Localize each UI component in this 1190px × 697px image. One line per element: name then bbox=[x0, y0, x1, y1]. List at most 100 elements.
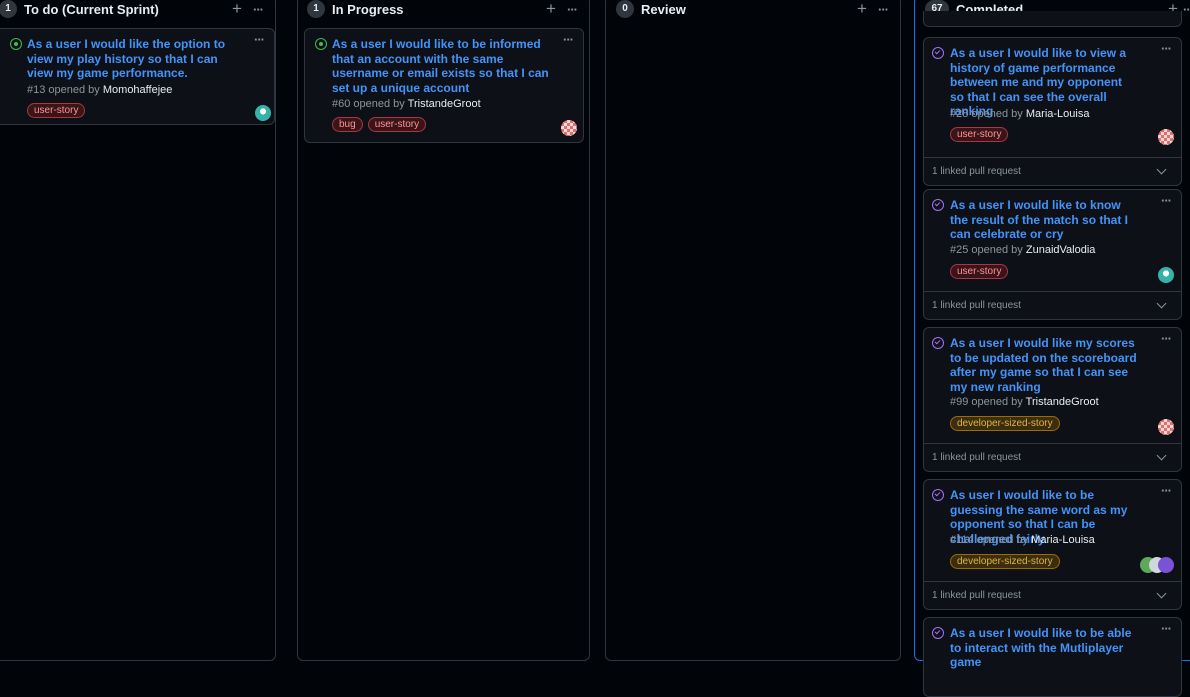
linked-pr-footer[interactable]: 1 linked pull request bbox=[924, 157, 1181, 185]
label-list: developer-sized-story bbox=[950, 554, 1060, 569]
label-user-story[interactable]: user-story bbox=[27, 103, 86, 118]
linked-pr-text: 1 linked pull request bbox=[932, 590, 1021, 601]
linked-pr-footer[interactable]: 1 linked pull request bbox=[924, 443, 1181, 471]
issue-author[interactable]: Maria-Louisa bbox=[1031, 534, 1095, 546]
card-menu-icon[interactable]: ··· bbox=[254, 32, 265, 47]
plus-icon[interactable]: + bbox=[852, 0, 872, 18]
issue-title[interactable]: As a user I would like my scores to be u… bbox=[950, 336, 1142, 394]
issue-number: #60 bbox=[332, 98, 351, 110]
issue-number: #13 bbox=[27, 84, 46, 96]
kebab-horizontal-icon[interactable]: ··· bbox=[247, 2, 269, 17]
issue-meta: #13 opened by Momohaffejee bbox=[27, 84, 172, 96]
assignee-avatar[interactable] bbox=[255, 105, 271, 121]
kebab-horizontal-icon[interactable]: ··· bbox=[561, 2, 583, 17]
opened-by-text: opened by bbox=[971, 108, 1023, 120]
issue-number: #28 bbox=[950, 108, 969, 120]
opened-by-text: opened by bbox=[971, 396, 1023, 408]
column-todo: 1 To do (Current Sprint) + ··· As a user… bbox=[0, 0, 276, 661]
issue-closed-icon bbox=[932, 47, 944, 59]
linked-pr-footer[interactable]: 1 linked pull request bbox=[924, 581, 1181, 609]
issue-author[interactable]: ZunaidValodia bbox=[1026, 244, 1096, 256]
chevron-down-icon bbox=[1156, 298, 1167, 309]
label-developer-sized-story[interactable]: developer-sized-story bbox=[950, 416, 1060, 431]
column-title: Review bbox=[641, 1, 686, 17]
column-header: 0 Review + ··· bbox=[606, 0, 900, 21]
plus-icon[interactable]: + bbox=[541, 0, 561, 18]
column-count: 1 bbox=[307, 0, 325, 18]
card-menu-icon[interactable]: ··· bbox=[1161, 193, 1172, 208]
assignee-avatar[interactable] bbox=[1158, 267, 1174, 283]
column-completed: 67 Completed + ··· As a user I would lik… bbox=[914, 0, 1190, 697]
issue-meta: #60 opened by TristandeGroot bbox=[332, 98, 481, 110]
assignee-avatar[interactable] bbox=[1158, 419, 1174, 435]
issue-meta: #28 opened by Maria-Louisa bbox=[950, 108, 1089, 120]
issue-author[interactable]: Maria-Louisa bbox=[1026, 108, 1090, 120]
issue-title[interactable]: As a user I would like the option to vie… bbox=[27, 37, 245, 81]
issue-card[interactable]: As a user I would like to be able to int… bbox=[923, 617, 1182, 697]
plus-icon[interactable]: + bbox=[227, 0, 247, 18]
kebab-horizontal-icon[interactable]: ··· bbox=[1183, 2, 1190, 17]
label-list: developer-sized-story bbox=[950, 416, 1060, 431]
issue-closed-icon bbox=[932, 627, 944, 639]
chevron-down-icon bbox=[1156, 164, 1167, 175]
card-menu-icon[interactable]: ··· bbox=[1161, 41, 1172, 56]
linked-pr-text: 1 linked pull request bbox=[932, 452, 1021, 463]
label-user-story[interactable]: user-story bbox=[950, 264, 1009, 279]
issue-meta: #25 opened by ZunaidValodia bbox=[950, 244, 1095, 256]
column-header: 1 In Progress + ··· bbox=[298, 0, 589, 21]
card-menu-icon[interactable]: ··· bbox=[1161, 483, 1172, 498]
label-developer-sized-story[interactable]: developer-sized-story bbox=[950, 554, 1060, 569]
column-review: 0 Review + ··· bbox=[605, 0, 901, 661]
issue-author[interactable]: Momohaffejee bbox=[103, 84, 173, 96]
kebab-horizontal-icon[interactable]: ··· bbox=[872, 2, 894, 17]
issue-card[interactable]: As a user I would like the option to vie… bbox=[0, 28, 275, 125]
opened-by-text: opened by bbox=[971, 244, 1023, 256]
column-title: In Progress bbox=[332, 1, 404, 17]
issue-card[interactable]: As a user I would like my scores to be u… bbox=[923, 327, 1182, 472]
label-list: user-story bbox=[27, 103, 86, 118]
assignee-avatar[interactable] bbox=[1158, 129, 1174, 145]
issue-meta: #99 opened by TristandeGroot bbox=[950, 396, 1099, 408]
issue-closed-icon bbox=[932, 489, 944, 501]
assignee-avatar[interactable] bbox=[561, 120, 577, 136]
column-count: 0 bbox=[616, 0, 634, 18]
label-list: user-story bbox=[950, 127, 1009, 142]
issue-card[interactable]: As a user I would like to be informed th… bbox=[304, 28, 584, 143]
issue-card[interactable] bbox=[923, 11, 1182, 27]
issue-author[interactable]: TristandeGroot bbox=[1026, 396, 1099, 408]
column-count: 1 bbox=[0, 0, 17, 18]
opened-by-text: opened by bbox=[48, 84, 100, 96]
issue-author[interactable]: TristandeGroot bbox=[408, 98, 481, 110]
assignee-avatar[interactable] bbox=[1158, 557, 1174, 573]
label-user-story[interactable]: user-story bbox=[367, 117, 427, 132]
issue-title[interactable]: As a user I would like to be able to int… bbox=[950, 626, 1142, 670]
linked-pr-text: 1 linked pull request bbox=[932, 166, 1021, 177]
chevron-down-icon bbox=[1156, 450, 1167, 461]
issue-number: #25 bbox=[950, 244, 969, 256]
label-user-story[interactable]: user-story bbox=[950, 127, 1009, 142]
label-list: user-story bbox=[950, 264, 1009, 279]
opened-by-text: opened by bbox=[976, 534, 1029, 546]
issue-number: #114 bbox=[950, 534, 974, 546]
issue-title[interactable]: As a user I would like to be informed th… bbox=[332, 37, 554, 95]
chevron-down-icon bbox=[1156, 588, 1167, 599]
issue-meta: #114 opened by Maria-Louisa bbox=[950, 534, 1095, 546]
label-list: bug user-story bbox=[332, 117, 427, 132]
linked-pr-footer[interactable]: 1 linked pull request bbox=[924, 291, 1181, 319]
column-in-progress: 1 In Progress + ··· As a user I would li… bbox=[297, 0, 590, 661]
issue-title[interactable]: As a user I would like to know the resul… bbox=[950, 198, 1138, 242]
linked-pr-text: 1 linked pull request bbox=[932, 300, 1021, 311]
issue-number: #99 bbox=[950, 396, 969, 408]
issue-open-icon bbox=[315, 38, 327, 50]
opened-by-text: opened by bbox=[353, 98, 405, 110]
card-menu-icon[interactable]: ··· bbox=[1161, 621, 1172, 636]
card-menu-icon[interactable]: ··· bbox=[1161, 331, 1172, 346]
issue-card[interactable]: As a user I would like to know the resul… bbox=[923, 189, 1182, 320]
card-menu-icon[interactable]: ··· bbox=[563, 32, 574, 47]
issue-card[interactable]: As a user I would like to view a history… bbox=[923, 37, 1182, 186]
issue-closed-icon bbox=[932, 199, 944, 211]
issue-card[interactable]: As user I would like to be guessing the … bbox=[923, 479, 1182, 610]
label-bug[interactable]: bug bbox=[332, 117, 363, 132]
column-title: To do (Current Sprint) bbox=[24, 1, 159, 17]
issue-closed-icon bbox=[932, 337, 944, 349]
